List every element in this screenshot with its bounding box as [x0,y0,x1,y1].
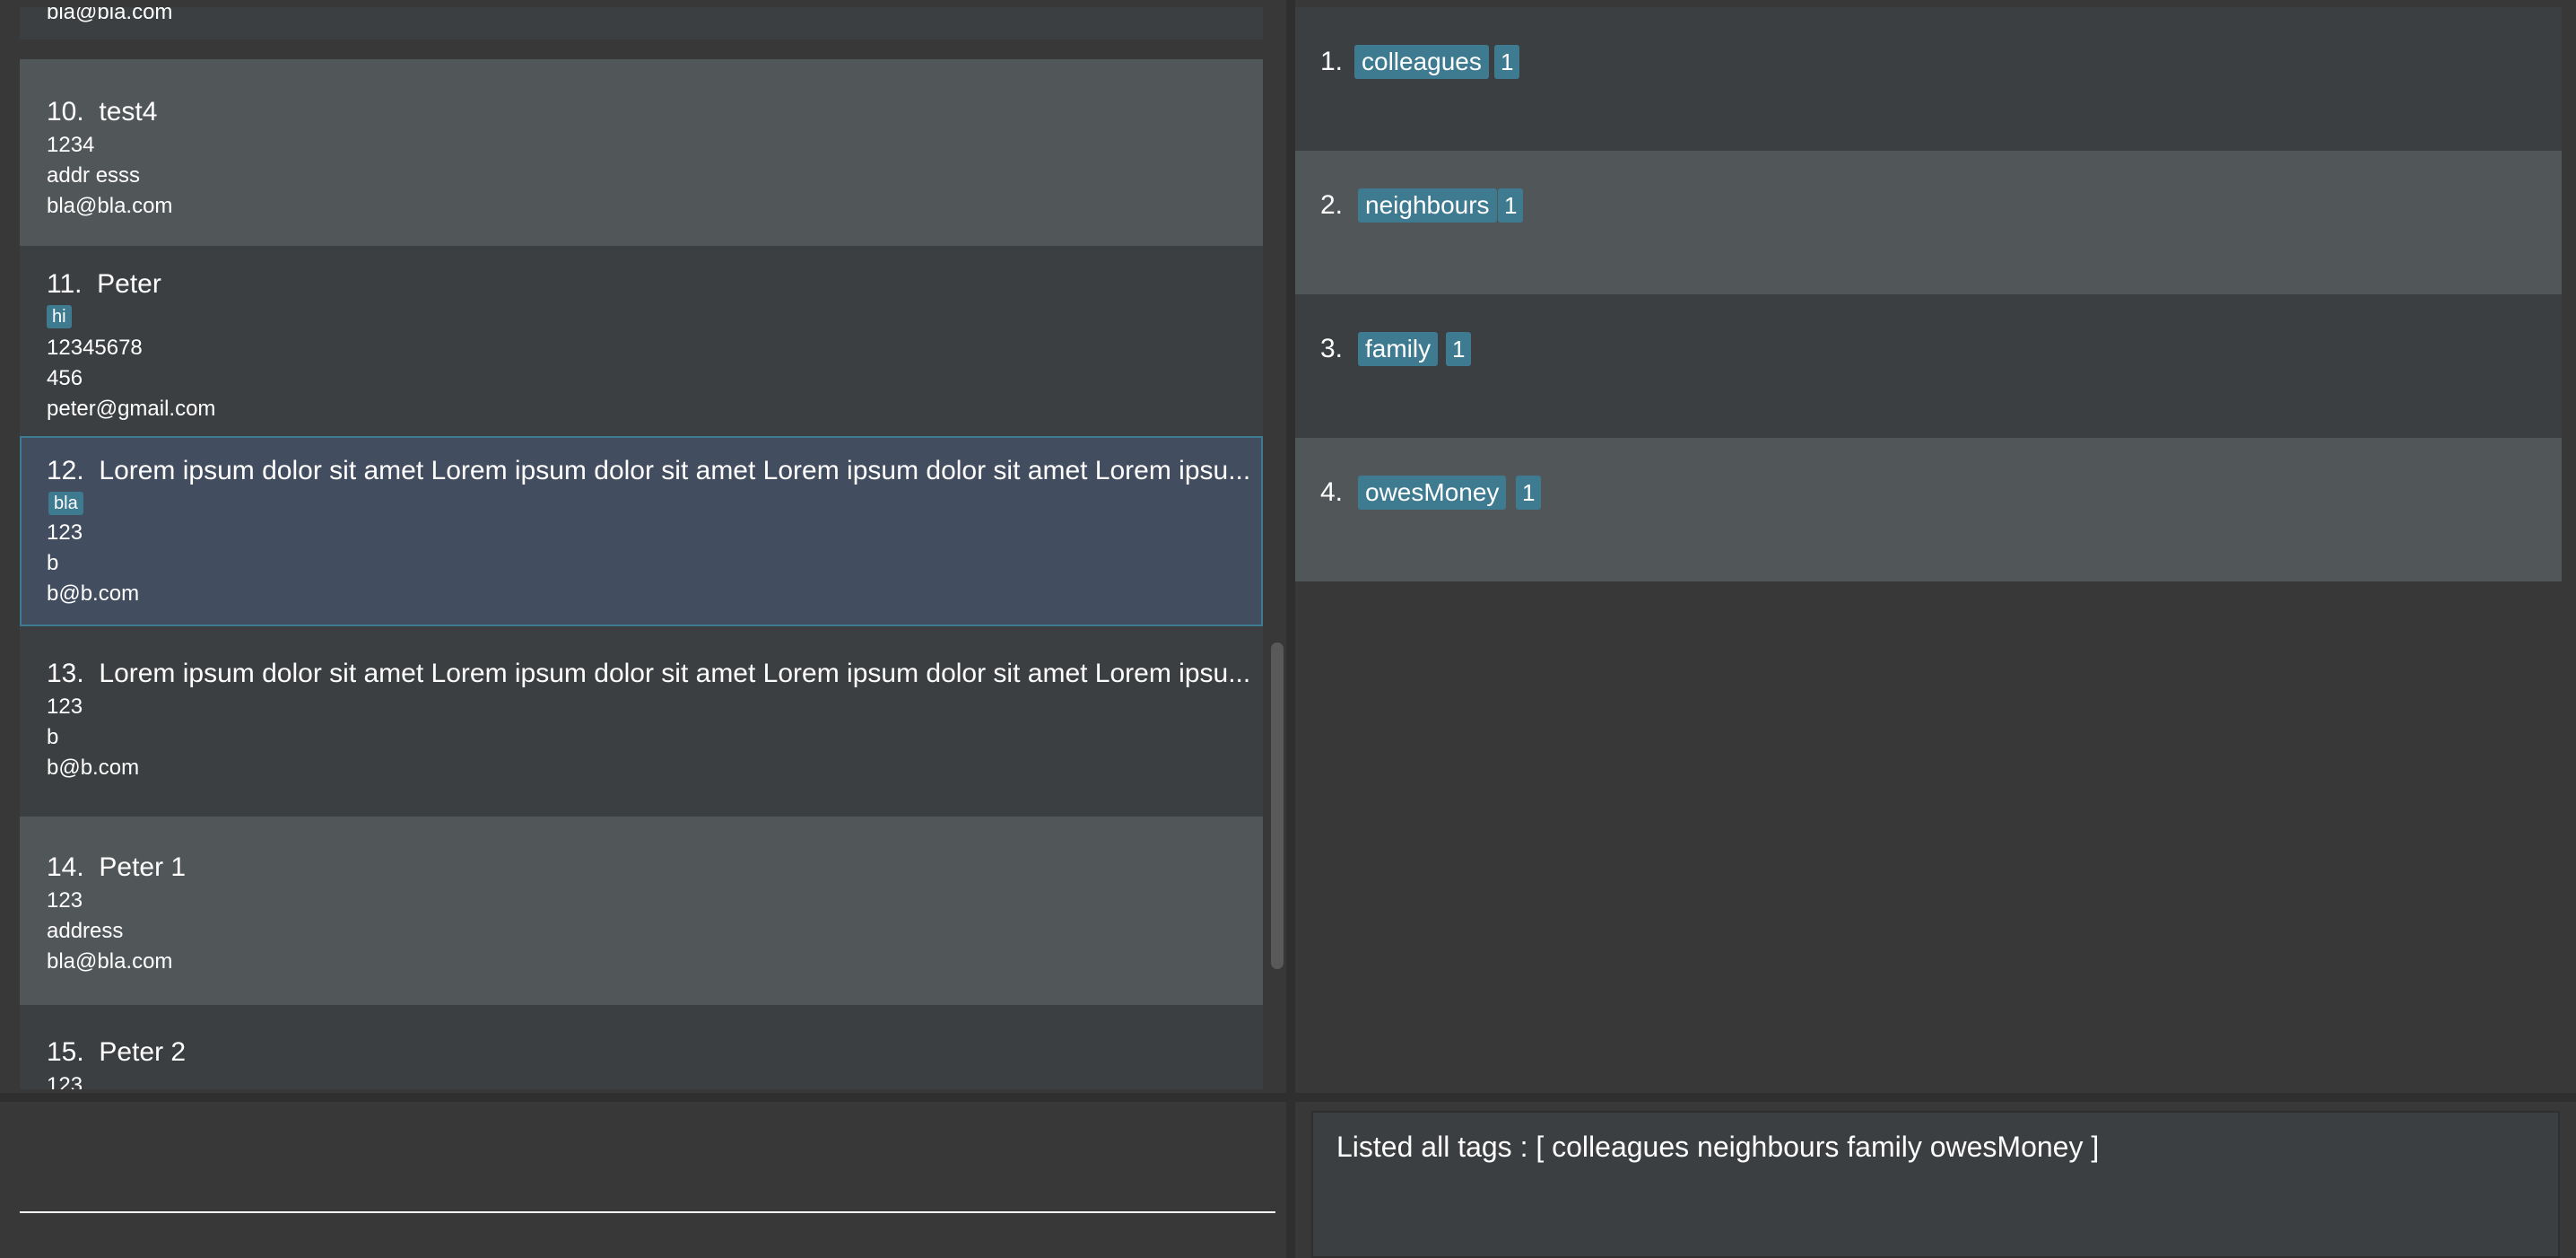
person-name: 12. Lorem ipsum dolor sit amet Lorem ips… [47,456,1251,485]
person-phone: 123 [47,1073,83,1089]
person-card[interactable]: 13. Lorem ipsum dolor sit amet Lorem ips… [20,626,1263,817]
result-text: Listed all tags : [ colleagues neighbour… [1336,1131,2100,1163]
person-address: 456 [47,366,83,390]
result-display[interactable]: Listed all tags : [ colleagues neighbour… [1311,1111,2560,1258]
person-phone: 123 [47,888,83,913]
person-email: b@b.com [47,581,140,606]
command-input[interactable] [20,1120,1275,1213]
tag-list[interactable]: 1. colleagues 1 2. neighbours 1 3. famil… [1293,7,2562,581]
person-email: bla@bla.com [47,949,173,974]
tag-card[interactable]: 3. family 1 [1293,294,2562,438]
person-address: b [47,725,59,749]
person-phone: 123 [47,695,83,719]
tag-name: colleagues [1354,45,1489,79]
tag-name: owesMoney [1358,476,1507,510]
person-address: addr esss [47,163,141,188]
person-name: 13. Lorem ipsum dolor sit amet Lorem ips… [47,659,1251,688]
vertical-splitter[interactable] [1286,0,1295,1258]
person-email: bla@bla.com [47,7,173,24]
person-name: 10. test4 [47,97,158,127]
tag-count: 1 [1446,332,1472,366]
person-list-scrollbar-thumb[interactable] [1271,642,1284,969]
person-phone: 12345678 [47,336,143,360]
person-name: 11. Peter [47,269,161,299]
person-card[interactable]: bla@bla.com [20,7,1263,39]
tag-name: family [1358,332,1439,366]
tag-index: 3. [1320,334,1344,363]
tag-count: 1 [1516,476,1542,510]
person-name: 14. Peter 1 [47,852,187,882]
tag-count: 1 [1498,188,1524,223]
tag-index: 4. [1320,477,1344,507]
result-display-pane: Listed all tags : [ colleagues neighbour… [1295,1102,2576,1258]
tag-card[interactable]: 2. neighbours 1 [1293,151,2562,294]
horizontal-splitter [0,1093,2576,1102]
tag-index: 1. [1320,47,1344,76]
tag-index: 2. [1320,190,1344,220]
person-address: b [47,551,59,575]
person-phone: 123 [47,520,83,545]
person-list[interactable]: bla@bla.com 10. test4 1234 addr esss bla… [20,7,1263,1089]
tag-card[interactable]: 1. colleagues 1 [1293,7,2562,151]
person-email: peter@gmail.com [47,397,216,421]
person-card[interactable]: 15. Peter 2 123 [20,1005,1263,1089]
person-email: bla@bla.com [47,194,173,218]
command-box-pane [0,1102,1286,1258]
person-card[interactable]: 14. Peter 1 123 address bla@bla.com [20,817,1263,1005]
person-card[interactable]: 10. test4 1234 addr esss bla@bla.com [20,59,1263,246]
person-email: b@b.com [47,756,140,780]
person-tag: hi [47,305,72,328]
person-address: address [47,919,124,943]
person-tag: bla [48,492,83,515]
person-phone: 1234 [47,133,95,157]
person-card[interactable]: 11. Peter hi 12345678 456 peter@gmail.co… [20,246,1263,436]
person-card-selected[interactable]: 12. Lorem ipsum dolor sit amet Lorem ips… [20,436,1263,626]
tag-count: 1 [1494,45,1520,79]
tag-name: neighbours [1358,188,1497,223]
person-name: 15. Peter 2 [47,1037,187,1067]
tag-card[interactable]: 4. owesMoney 1 [1293,438,2562,581]
